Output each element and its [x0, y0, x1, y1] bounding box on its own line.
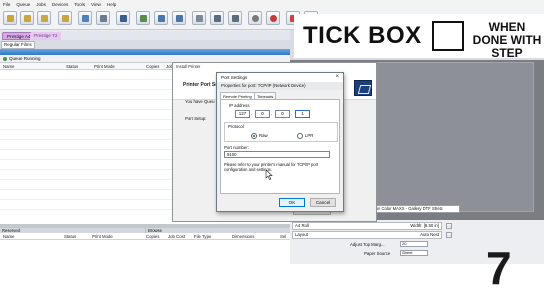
column-header[interactable]: Name	[3, 234, 14, 239]
raw-radio[interactable]	[251, 133, 257, 139]
ip-octet-4-input[interactable]: 1	[295, 110, 310, 118]
column-header[interactable]: Name	[3, 64, 14, 69]
install-dialog-title: Install Printer	[173, 63, 376, 70]
column-header[interactable]: Sel	[280, 234, 286, 239]
port-dialog-tabs: Remote Printing Timeouts	[220, 92, 340, 99]
column-header[interactable]: Print Mode	[94, 64, 115, 69]
queue-status: Queue Running	[0, 55, 290, 62]
profile-dropdown-value: ... on Color MAXX - Gallery DTF Stretc	[371, 206, 443, 211]
roll-label: A4 Roll	[295, 223, 309, 228]
queue-status-text: Queue Running	[9, 56, 41, 61]
step-checkbox[interactable]	[432, 21, 464, 51]
cancel-icon[interactable]	[266, 11, 280, 25]
sub-tab-bar: Regular Films	[0, 40, 290, 49]
print-icon[interactable]	[136, 11, 150, 25]
menu-help[interactable]: Help	[107, 2, 116, 7]
paper-source-dropdown[interactable]: Sheet	[400, 250, 428, 256]
layout-row[interactable]: Layout Auto Nest	[292, 231, 442, 239]
printer-logo-icon	[354, 80, 372, 96]
ok-button[interactable]: OK	[279, 198, 305, 207]
layout-label: Layout	[295, 232, 308, 237]
menu-tools[interactable]: Tools	[74, 2, 85, 7]
ip-separator: .	[271, 111, 273, 117]
port-config-note: Please refer to your printer's manual fo…	[224, 162, 319, 172]
protocol-label: Protocol	[228, 124, 244, 129]
layout-value: Auto Nest	[420, 232, 439, 237]
open-file-icon[interactable]	[58, 11, 72, 25]
column-header[interactable]: Job Cost	[168, 234, 185, 239]
menu-file[interactable]: File	[3, 2, 10, 7]
nest-icon[interactable]	[172, 11, 186, 25]
tick-box-heading: TICK BOX	[303, 22, 422, 49]
step-number: 7	[486, 242, 512, 292]
image-icon[interactable]	[116, 11, 130, 25]
open-file-icon[interactable]	[3, 11, 17, 25]
close-icon[interactable]: ×	[335, 73, 339, 82]
more-options-button[interactable]: …	[446, 232, 452, 238]
reserved-grid: Reserved Browse Name Status Print Mode C…	[0, 228, 290, 240]
ip-octet-3-input[interactable]: 0	[275, 110, 290, 118]
stop-icon[interactable]	[248, 11, 262, 25]
column-header[interactable]: Status	[66, 64, 78, 69]
port-settings-dialog: Port Settings × Properties for port: TCP…	[216, 72, 344, 212]
port-number-label: Port number:	[224, 145, 249, 150]
ip-address-label: IP address	[229, 103, 250, 108]
port-number-input[interactable]: 9100	[224, 151, 330, 158]
profile-dropdown[interactable]: ... on Color MAXX - Gallery DTF Stretc	[368, 205, 460, 213]
mouse-cursor-icon	[265, 170, 273, 180]
column-header[interactable]: Status	[64, 234, 76, 239]
menu-devices[interactable]: Devices	[52, 2, 68, 7]
lpr-radio[interactable]	[297, 133, 303, 139]
ip-octet-1-input[interactable]: 127	[235, 110, 250, 118]
adjust-top-margin-dropdown[interactable]: 20	[400, 241, 428, 247]
port-dialog-title: Port Settings	[217, 73, 343, 82]
when-done-caption: WHEN DONE WITH STEP	[472, 20, 542, 60]
menu-bar: File Queue Jobs Devices Tools View Help	[0, 0, 544, 8]
adjust-top-margin-label: Adjust Top Marg...	[350, 242, 385, 247]
add-job-icon[interactable]	[78, 11, 92, 25]
settings-icon[interactable]	[228, 11, 242, 25]
lpr-radio-label[interactable]: LPR	[305, 133, 313, 139]
column-header[interactable]: Copies	[146, 64, 159, 69]
open-file-icon[interactable]	[37, 11, 51, 25]
running-status-icon	[3, 56, 7, 61]
port-dialog-subtitle: Properties for port: TCP/IP (Network Dev…	[217, 82, 343, 90]
raw-radio-label[interactable]: Raw	[259, 133, 268, 139]
tick-box-overlay: TICK BOX WHEN DONE WITH STEP	[294, 14, 544, 60]
protocol-group: Protocol Raw LPR	[224, 122, 338, 142]
grid-icon[interactable]	[96, 11, 110, 25]
menu-view[interactable]: View	[91, 2, 101, 7]
column-header[interactable]: Dimensions	[232, 234, 254, 239]
tab-prestige-t2[interactable]: Prestige T2	[30, 32, 62, 40]
remote-printing-panel: IP address 127 . 0 . 0 . 1 Protocol Raw …	[220, 99, 340, 194]
open-file-icon[interactable]	[20, 11, 34, 25]
menu-queue[interactable]: Queue	[16, 2, 30, 7]
column-header[interactable]: Print Mode	[92, 234, 113, 239]
paper-source-label: Paper Source	[364, 251, 391, 256]
ip-separator: .	[251, 111, 253, 117]
layout-icon[interactable]	[154, 11, 168, 25]
more-options-button[interactable]: …	[446, 223, 452, 229]
install-question-text: You have Queu	[185, 99, 215, 104]
tab-regular-films[interactable]: Regular Films	[1, 41, 35, 49]
columns-icon[interactable]	[192, 11, 206, 25]
printer-icon[interactable]	[210, 11, 224, 25]
ip-octet-2-input[interactable]: 0	[255, 110, 270, 118]
properties-panel: A4 Roll Width: [8.50 in] … Layout Auto N…	[290, 220, 544, 240]
reserved-grid-header: Name Status Print Mode Copies Job Cost F…	[0, 233, 290, 240]
tab-timeouts[interactable]: Timeouts	[254, 92, 277, 99]
paper-source-value: Sheet	[402, 250, 413, 255]
roll-width-row[interactable]: A4 Roll Width: [8.50 in]	[292, 222, 442, 230]
ip-separator: .	[291, 111, 293, 117]
port-setup-label: Port Setup:	[185, 116, 207, 121]
column-header[interactable]: File Type	[194, 234, 211, 239]
column-header[interactable]: Copies	[146, 234, 159, 239]
install-banner-heading: Printer Port Se	[183, 82, 219, 88]
menu-jobs[interactable]: Jobs	[36, 2, 46, 7]
adjust-top-margin-value: 20	[402, 241, 407, 246]
roll-width-value: Width: [8.50 in]	[410, 223, 439, 228]
cancel-button[interactable]: Cancel	[310, 198, 336, 207]
tab-remote-printing[interactable]: Remote Printing	[220, 92, 255, 99]
